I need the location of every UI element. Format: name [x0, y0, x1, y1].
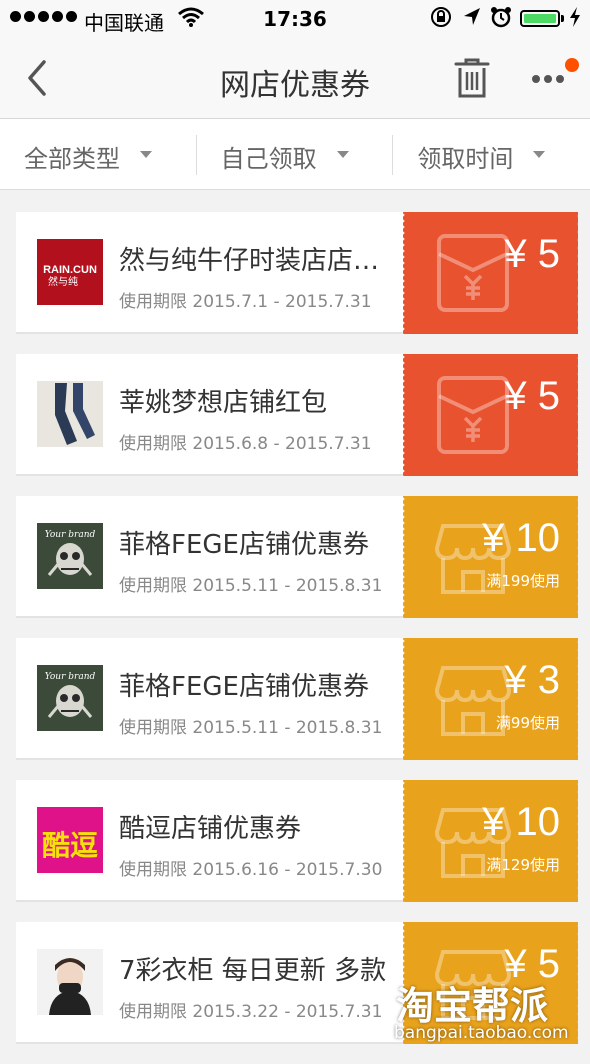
watermark-url: bangpai.taobao.com [394, 1023, 569, 1043]
location-arrow-icon [462, 6, 482, 33]
coupon-card[interactable]: Your brand 菲格FEGE店铺优惠券 使用期限 2015.5.11 - … [13, 496, 581, 618]
shop-logo: Your brand [37, 665, 103, 731]
more-button[interactable] [530, 68, 570, 90]
coupon-info: 莘姚梦想店铺红包 使用期限 2015.6.8 - 2015.7.31 [13, 354, 403, 476]
coupon-amount: ¥ 10 [482, 800, 560, 844]
shop-logo: 酷逗 [37, 807, 103, 873]
coupon-info: Your brand 菲格FEGE店铺优惠券 使用期限 2015.5.11 - … [13, 496, 403, 618]
status-bar: 中国联通 17:36 [0, 0, 590, 38]
validity-period: 使用期限 2015.6.16 - 2015.7.30 [119, 860, 383, 880]
coupon-list: RAIN.CUN 然与纯 然与纯牛仔时装店店铺红包 使用期限 2015.7.1 … [13, 212, 581, 1064]
battery-icon [520, 10, 560, 27]
watermark-brand: 淘宝帮派 [396, 984, 549, 1028]
shop-logo [37, 949, 103, 1015]
shop-logo: RAIN.CUN 然与纯 [37, 239, 103, 305]
coupon-condition: 满199使用 [486, 572, 560, 590]
rotation-lock-icon [430, 6, 452, 33]
caret-down-icon [533, 151, 546, 158]
shop-name: 莘姚梦想店铺红包 [119, 388, 328, 418]
validity-period: 使用期限 2015.3.22 - 2015.7.31 [119, 1002, 383, 1022]
page-title: 网店优惠券 [220, 68, 370, 103]
shop-logo-text: Your brand [45, 672, 96, 682]
coupon-card[interactable]: Your brand 菲格FEGE店铺优惠券 使用期限 2015.5.11 - … [13, 638, 581, 760]
shop-name: 然与纯牛仔时装店店铺红包 [119, 246, 399, 276]
coupon-value-panel: ¥ 5 [401, 212, 581, 334]
coupon-value-panel: ¥ 5 [401, 354, 581, 476]
delete-button[interactable] [452, 56, 492, 100]
red-envelope-icon [437, 234, 509, 312]
filter-type[interactable]: 全部类型 [0, 119, 197, 189]
shop-name: 菲格FEGE店铺优惠券 [119, 672, 369, 702]
filter-time[interactable]: 领取时间 [393, 119, 590, 189]
notification-badge [565, 58, 579, 72]
battery-level [524, 14, 556, 23]
trash-icon [454, 58, 490, 98]
shop-logo-subtext: 然与纯 [48, 275, 78, 288]
filter-type-label: 全部类型 [24, 145, 120, 173]
shop-logo: Your brand [37, 523, 103, 589]
red-envelope-icon [437, 376, 509, 454]
shop-name: 酷逗店铺优惠券 [119, 814, 302, 844]
validity-period: 使用期限 2015.6.8 - 2015.7.31 [119, 434, 372, 454]
coupon-card[interactable]: 莘姚梦想店铺红包 使用期限 2015.6.8 - 2015.7.31 ¥ 5 [13, 354, 581, 476]
validity-period: 使用期限 2015.7.1 - 2015.7.31 [119, 292, 372, 312]
shop-name: 菲格FEGE店铺优惠券 [119, 530, 369, 560]
shop-logo-text: Your brand [45, 530, 96, 540]
caret-down-icon [140, 151, 152, 158]
shop-logo-text: RAIN.CUN [43, 264, 97, 276]
validity-period: 使用期限 2015.5.11 - 2015.8.31 [119, 576, 383, 596]
coupon-value-panel: ¥ 3 满99使用 [401, 638, 581, 760]
coupon-amount: ¥ 5 [504, 232, 560, 276]
watermark: 淘宝帮派 bangpai.taobao.com [390, 975, 590, 1047]
coupon-card[interactable]: 酷逗 酷逗店铺优惠券 使用期限 2015.6.16 - 2015.7.30 ¥ … [13, 780, 581, 902]
coupon-condition: 满129使用 [486, 856, 560, 874]
coupon-card[interactable]: RAIN.CUN 然与纯 然与纯牛仔时装店店铺红包 使用期限 2015.7.1 … [13, 212, 581, 334]
shop-logo-text: 酷逗 [42, 829, 98, 862]
coupon-condition: 满99使用 [495, 714, 560, 732]
coupon-info: RAIN.CUN 然与纯 然与纯牛仔时装店店铺红包 使用期限 2015.7.1 … [13, 212, 403, 334]
validity-period: 使用期限 2015.5.11 - 2015.8.31 [119, 718, 383, 738]
filter-time-label: 领取时间 [417, 145, 514, 173]
shop-logo [37, 381, 103, 447]
filter-source-label: 自己领取 [220, 145, 317, 173]
filter-source[interactable]: 自己领取 [197, 119, 394, 189]
navigation-bar: 网店优惠券 [0, 38, 590, 119]
filter-bar: 全部类型 自己领取 领取时间 [0, 119, 590, 190]
alarm-icon [490, 6, 512, 33]
coupon-info: 酷逗 酷逗店铺优惠券 使用期限 2015.6.16 - 2015.7.30 [13, 780, 403, 902]
more-dots-icon [532, 75, 564, 83]
shop-name: 7彩衣柜 每日更新 多款 [119, 956, 387, 986]
caret-down-icon [336, 151, 349, 158]
coupon-amount: ¥ 3 [504, 658, 560, 702]
coupon-info: Your brand 菲格FEGE店铺优惠券 使用期限 2015.5.11 - … [13, 638, 403, 760]
battery-tip [561, 15, 564, 22]
coupon-amount: ¥ 5 [504, 374, 560, 418]
coupon-value-panel: ¥ 10 满199使用 [401, 496, 581, 618]
coupon-info: 7彩衣柜 每日更新 多款 使用期限 2015.3.22 - 2015.7.31 [13, 922, 403, 1044]
coupon-value-panel: ¥ 10 满129使用 [401, 780, 581, 902]
charging-icon [568, 6, 582, 33]
coupon-amount: ¥ 10 [482, 516, 560, 560]
